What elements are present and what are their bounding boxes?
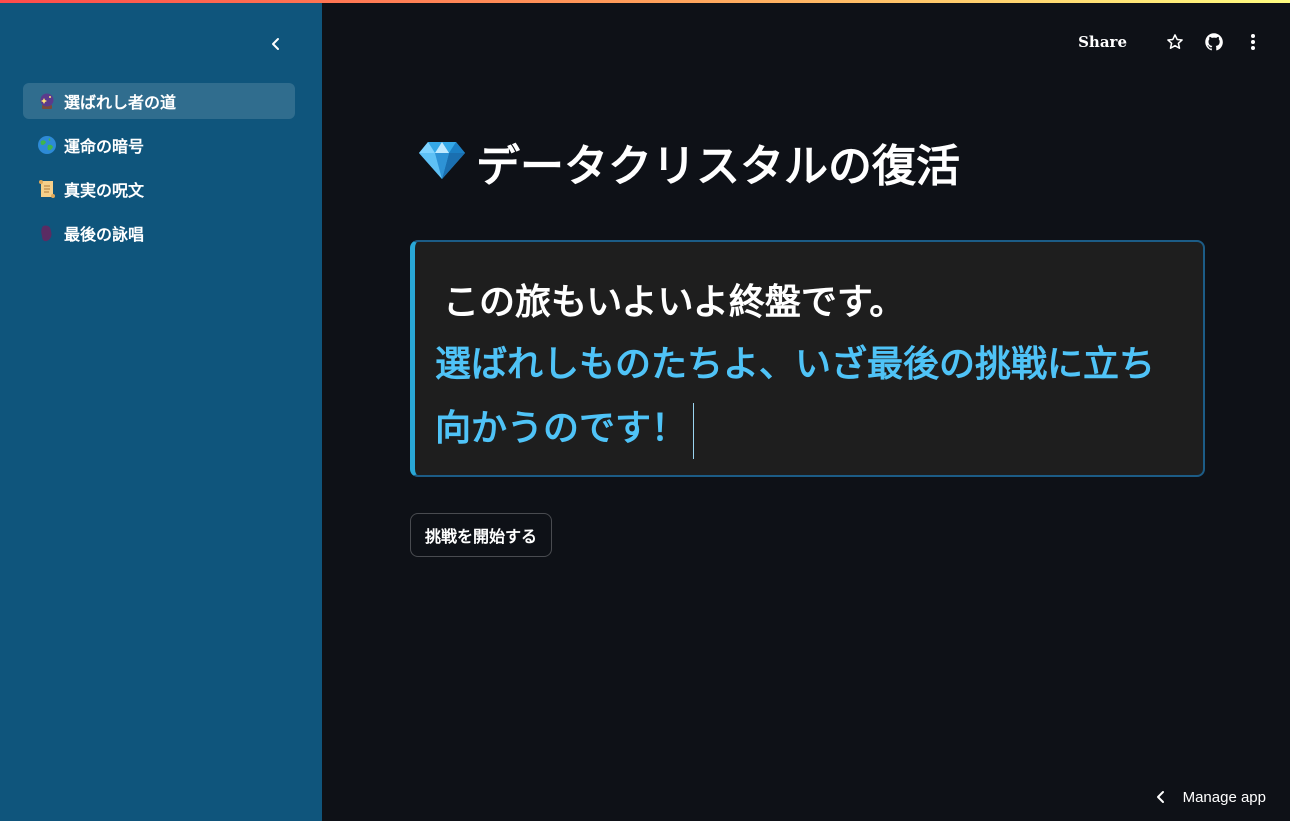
message-intro-text: この旅もいよいよ終盤です。: [443, 281, 906, 323]
page-title: データクリスタルの復活: [476, 141, 960, 192]
sidebar: 選ばれし者の道 運命の暗号 真実の呪文 最後の詠唱: [0, 0, 322, 821]
globe-icon: [37, 135, 57, 155]
page-title-row: データクリスタルの復活: [418, 130, 1205, 194]
start-challenge-button[interactable]: 挑戦を開始する: [410, 513, 553, 557]
top-toolbar: Share: [1078, 28, 1264, 56]
chevron-left-icon: [272, 38, 279, 50]
manage-app-button[interactable]: Manage app: [1155, 785, 1266, 809]
share-button[interactable]: Share: [1078, 33, 1127, 51]
chevron-left-icon: [1156, 791, 1164, 803]
message-box: この旅もいよいよ終盤です。 選ばれしものたちよ、いざ最後の挑戦に立ち向かうのです…: [410, 240, 1205, 477]
sidebar-item-label: 真実の呪文: [64, 181, 145, 200]
gem-icon: [418, 140, 466, 184]
manage-app-label: Manage app: [1182, 788, 1266, 806]
sidebar-item-label: 運命の暗号: [64, 137, 145, 156]
message-highlight-content: 選ばれしものたちよ、いざ最後の挑戦に立ち向かうのです！: [435, 343, 1156, 449]
sidebar-item-fate-code[interactable]: 運命の暗号: [23, 127, 295, 163]
purple-blob-icon: [37, 223, 57, 243]
star-icon[interactable]: [1164, 31, 1186, 53]
sidebar-item-truth-spell[interactable]: 真実の呪文: [23, 171, 295, 207]
sidebar-item-final-chant[interactable]: 最後の詠唱: [23, 215, 295, 251]
message-highlight-text: 選ばれしものたちよ、いざ最後の挑戦に立ち向かうのです！: [435, 332, 1181, 460]
sidebar-item-label: 最後の詠唱: [64, 225, 145, 244]
typing-caret: [693, 403, 695, 459]
sidebar-nav: 選ばれし者の道 運命の暗号 真実の呪文 最後の詠唱: [23, 83, 295, 259]
sidebar-item-label: 選ばれし者の道: [64, 93, 177, 112]
more-vertical-icon[interactable]: [1242, 31, 1264, 53]
sidebar-item-chosen-path[interactable]: 選ばれし者の道: [23, 83, 295, 119]
top-decoration-bar: [0, 0, 1290, 3]
scroll-icon: [37, 179, 57, 199]
collapse-sidebar-button[interactable]: [262, 30, 290, 58]
main-content: データクリスタルの復活 この旅もいよいよ終盤です。 選ばれしものたちよ、いざ最後…: [410, 130, 1205, 557]
crystal-ball-icon: [37, 91, 57, 111]
github-icon[interactable]: [1203, 31, 1225, 53]
